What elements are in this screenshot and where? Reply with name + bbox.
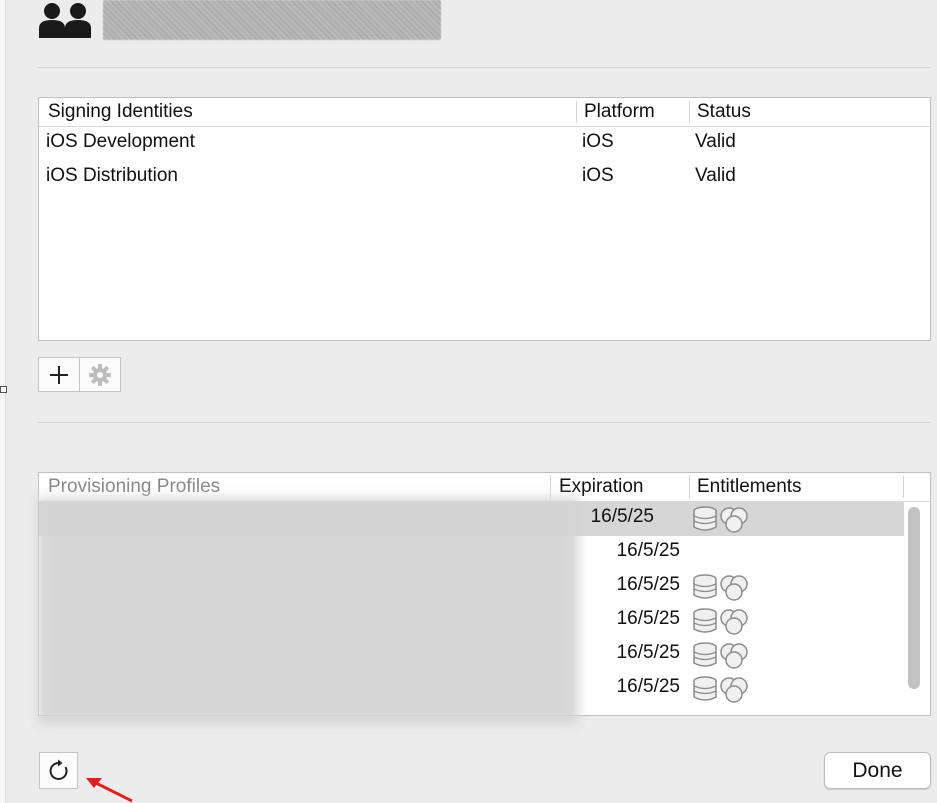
profile-expiration: 16/5/25	[616, 676, 680, 697]
column-separator	[689, 101, 690, 123]
entitlements-icon	[693, 608, 748, 635]
identity-platform: iOS	[582, 165, 614, 186]
column-separator	[689, 476, 690, 498]
column-header-provisioning-profiles[interactable]: Provisioning Profiles	[48, 476, 220, 498]
scrollbar-thumb[interactable]	[908, 507, 920, 689]
window-edge	[0, 0, 6, 803]
column-header-expiration[interactable]: Expiration	[559, 476, 644, 498]
identity-status: Valid	[695, 165, 736, 186]
table-row[interactable]: iOS Distribution iOS Valid	[39, 161, 930, 195]
profile-names-redacted	[38, 498, 578, 724]
column-separator	[576, 101, 577, 123]
refresh-icon	[49, 759, 68, 780]
done-button[interactable]: Done	[824, 752, 931, 789]
identity-name: iOS Distribution	[46, 165, 178, 186]
accounts-icon	[39, 3, 91, 38]
column-separator	[903, 476, 904, 498]
entitlements-icon	[693, 506, 748, 533]
red-arrow	[86, 778, 133, 803]
profile-expiration: 16/5/25	[616, 574, 680, 595]
profile-expiration: 16/5/25	[616, 642, 680, 663]
column-header-signing-identities[interactable]: Signing Identities	[48, 101, 193, 123]
gear-icon	[89, 363, 111, 386]
column-header-status[interactable]: Status	[697, 101, 751, 123]
signing-identities-table[interactable]: Signing Identities Platform Status iOS D…	[38, 97, 931, 341]
entitlements-icon	[693, 642, 748, 669]
entitlements-icon	[691, 714, 749, 716]
resize-handle	[0, 386, 7, 393]
plus-icon	[50, 365, 68, 384]
add-button[interactable]	[38, 357, 80, 392]
settings-button[interactable]	[79, 357, 121, 392]
identity-platform: iOS	[582, 131, 614, 152]
column-header-platform[interactable]: Platform	[584, 101, 655, 123]
profile-expiration: 16/5/25	[616, 540, 680, 561]
profile-expiration: 16/5/25	[616, 608, 680, 629]
entitlements-icon	[693, 676, 748, 703]
refresh-button[interactable]	[39, 752, 78, 789]
profile-expiration: 16/5/25	[590, 506, 654, 527]
identity-name: iOS Development	[46, 131, 195, 152]
divider	[38, 422, 931, 423]
profiles-scrollbar[interactable]	[905, 503, 921, 715]
entitlements-icon	[693, 574, 748, 601]
divider	[38, 67, 931, 68]
column-separator	[550, 476, 551, 498]
table-row[interactable]: iOS Development iOS Valid	[39, 127, 930, 161]
identity-status: Valid	[695, 131, 736, 152]
column-header-entitlements[interactable]: Entitlements	[697, 476, 802, 498]
account-name-redacted	[103, 0, 441, 40]
table-header: Signing Identities Platform Status	[39, 98, 930, 127]
